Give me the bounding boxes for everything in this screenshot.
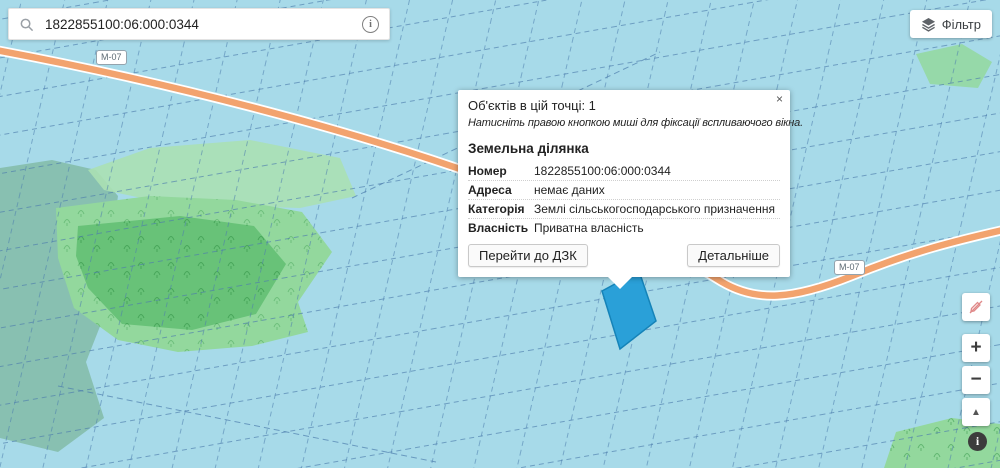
parcel-row-address: Адреса немає даних (468, 181, 780, 200)
parcel-row-ownership: Власність Приватна власність (468, 221, 644, 235)
popup-objects-count: Об'єктів в цій точці: 1 (468, 98, 596, 113)
pencil-slash-icon (968, 299, 984, 315)
search-bar: i (8, 8, 390, 40)
parcel-row-number: Номер 1822855100:06:000:0344 (468, 162, 780, 181)
search-input[interactable] (43, 15, 362, 33)
popup-actions: Перейти до ДЗК Детальніше (468, 244, 780, 267)
layers-icon (921, 17, 936, 32)
info-button[interactable]: i (968, 432, 987, 451)
edit-disabled-button[interactable] (962, 293, 990, 321)
popup-hint: Натисніть правою кнопкою миші для фіксац… (468, 117, 804, 129)
popup-close-icon[interactable]: × (776, 93, 783, 105)
north-arrow-button[interactable]: ▲ (962, 398, 990, 426)
parcel-attributes: Номер 1822855100:06:000:0344 Адреса нема… (468, 162, 780, 237)
search-icon (19, 17, 34, 32)
road-label-m07-right: М-07 (834, 260, 865, 275)
zoom-in-button[interactable]: + (962, 334, 990, 362)
road-label-m07-left: М-07 (96, 50, 127, 65)
parcel-row-category: Категорія Землі сільськогосподарського п… (468, 200, 780, 219)
search-info-icon[interactable]: i (362, 15, 379, 33)
filter-button[interactable]: Фільтр (909, 10, 992, 38)
zoom-out-button[interactable]: − (962, 366, 990, 394)
popup-pointer (608, 277, 632, 289)
cadastral-map-app: М-07 М-07 i Фільтр × Об'єктів в цій точц… (0, 0, 1000, 468)
parcel-info-popup: × Об'єктів в цій точці: 1 Натисніть прав… (458, 90, 804, 289)
popup-section-title: Земельна ділянка (468, 141, 589, 156)
filter-button-label: Фільтр (941, 16, 981, 32)
details-button[interactable]: Детальніше (687, 244, 780, 267)
goto-dzk-button[interactable]: Перейти до ДЗК (468, 244, 588, 267)
